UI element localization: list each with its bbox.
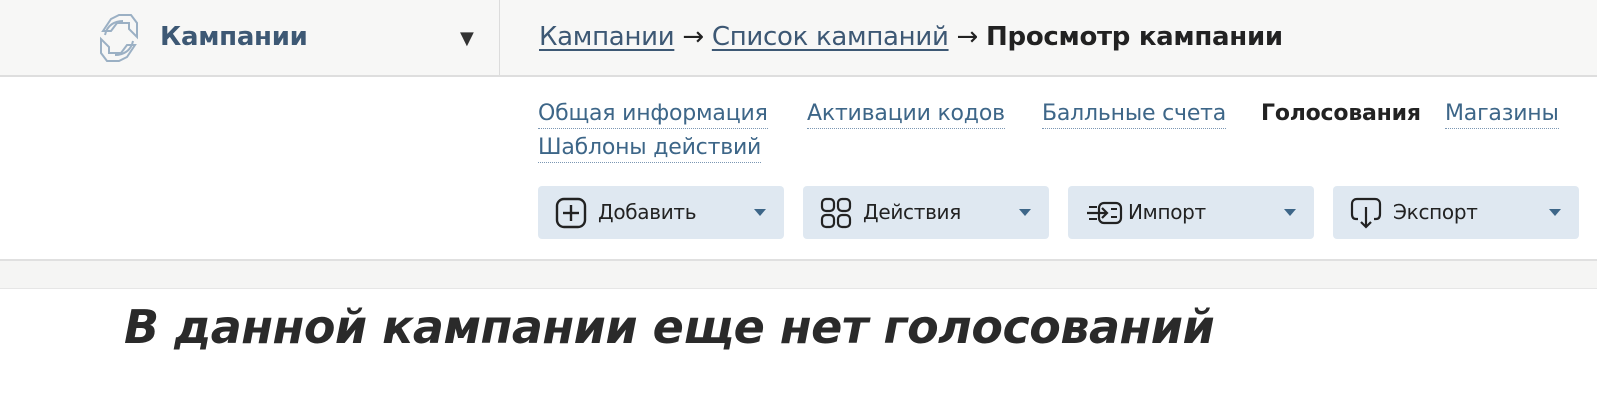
section-title: Кампании xyxy=(160,22,308,52)
chevron-down-icon[interactable]: ▼ xyxy=(460,28,474,49)
export-button-label: Экспорт xyxy=(1393,200,1478,224)
import-button[interactable]: Импорт xyxy=(1068,186,1314,239)
breadcrumb-separator: → xyxy=(956,22,979,52)
export-button[interactable]: Экспорт xyxy=(1333,186,1579,239)
grid-icon xyxy=(820,197,852,229)
import-button-label: Импорт xyxy=(1128,200,1206,224)
breadcrumb-link-campaign-list[interactable]: Список кампаний xyxy=(712,22,949,52)
tab-action-templates[interactable]: Шаблоны действий xyxy=(538,134,761,163)
plus-square-icon xyxy=(555,197,587,229)
tab-point-accounts[interactable]: Балльные счета xyxy=(1042,100,1226,129)
chevron-down-icon xyxy=(1549,209,1561,216)
campaigns-logo-icon xyxy=(100,14,138,62)
actions-button[interactable]: Действия xyxy=(803,186,1049,239)
actions-button-label: Действия xyxy=(863,200,961,224)
tab-votings[interactable]: Голосования xyxy=(1261,100,1421,128)
divider xyxy=(0,259,1597,289)
import-icon xyxy=(1087,201,1123,225)
add-button[interactable]: Добавить xyxy=(538,186,784,239)
tab-code-activations[interactable]: Активации кодов xyxy=(807,100,1005,129)
top-bar: Кампании ▼ Кампании → Список кампаний → Прос… xyxy=(0,0,1597,77)
section-selector[interactable]: Кампании ▼ xyxy=(0,0,500,75)
breadcrumb-current: Просмотр кампании xyxy=(986,22,1283,52)
export-icon xyxy=(1350,197,1382,229)
empty-state-message: В данной кампании еще нет голосований xyxy=(124,300,1215,354)
breadcrumb-link-campaigns[interactable]: Кампании xyxy=(539,22,675,52)
chevron-down-icon xyxy=(754,209,766,216)
add-button-label: Добавить xyxy=(598,200,697,224)
chevron-down-icon xyxy=(1284,209,1296,216)
tab-stores[interactable]: Магазины xyxy=(1445,100,1559,129)
tab-general-info[interactable]: Общая информация xyxy=(538,100,768,129)
breadcrumb: Кампании → Список кампаний → Просмотр кампан… xyxy=(539,22,1283,52)
chevron-down-icon xyxy=(1019,209,1031,216)
breadcrumb-separator: → xyxy=(682,22,704,52)
